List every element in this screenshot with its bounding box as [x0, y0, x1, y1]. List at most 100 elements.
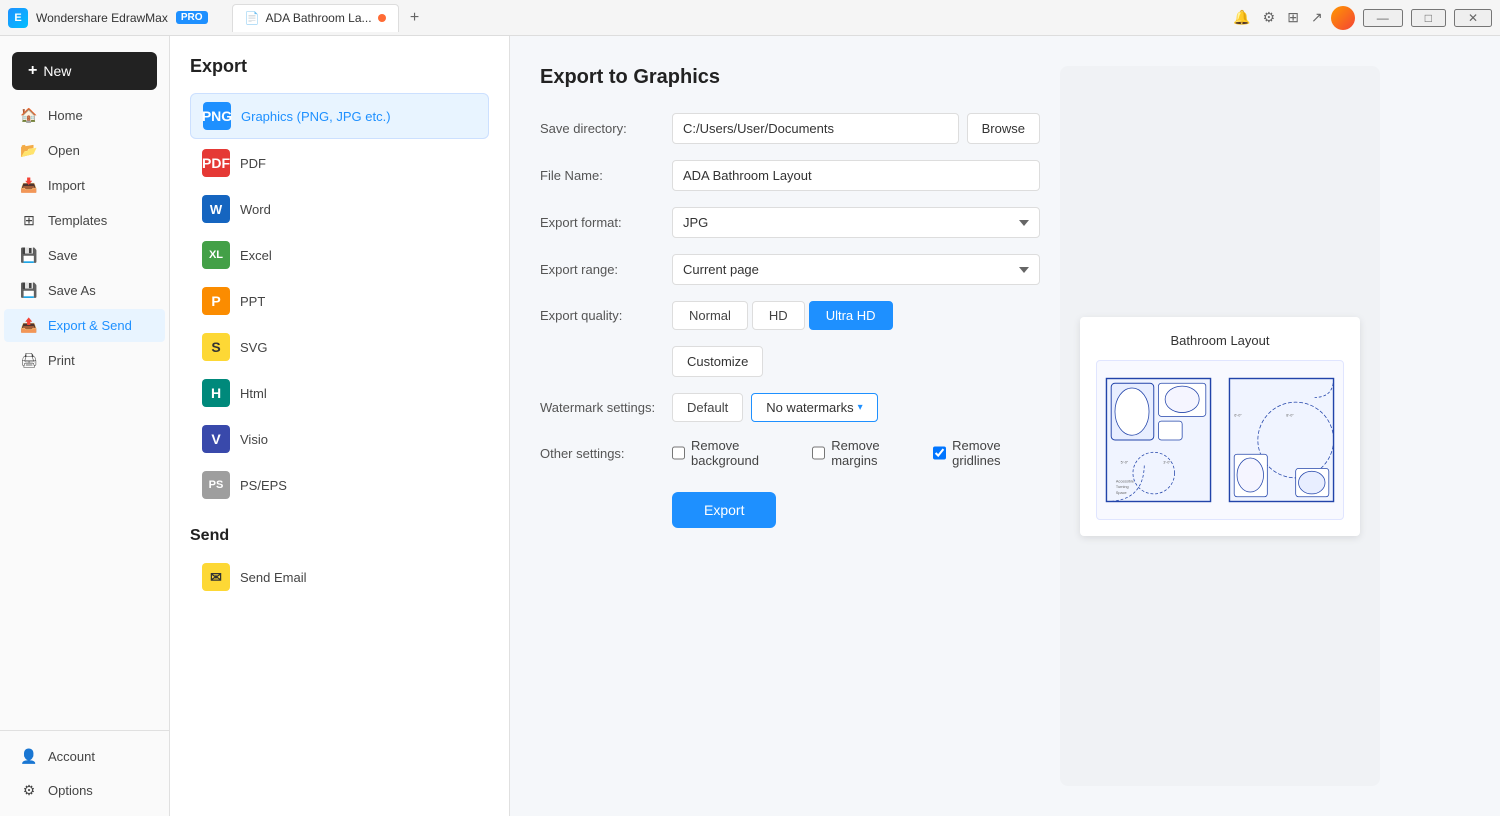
sidebar-label-templates: Templates	[48, 213, 107, 228]
sidebar-label-save: Save	[48, 248, 78, 263]
send-section-title: Send	[190, 527, 489, 545]
sidebar-item-home[interactable]: 🏠 Home	[4, 99, 165, 132]
customize-button[interactable]: Customize	[672, 346, 763, 377]
watermark-default-button[interactable]: Default	[672, 393, 743, 422]
save-icon: 💾	[20, 247, 38, 264]
remove-background-checkbox[interactable]: Remove background	[672, 438, 796, 468]
other-settings-row: Other settings: Remove background Remove…	[540, 438, 1040, 468]
export-html-item[interactable]: H Html	[190, 371, 489, 415]
sidebar-item-account[interactable]: 👤 Account	[4, 740, 165, 773]
html-label: Html	[240, 386, 267, 401]
active-tab[interactable]: 📄 ADA Bathroom La...	[232, 4, 399, 32]
user-avatar[interactable]	[1331, 6, 1355, 30]
pseps-label: PS/EPS	[240, 478, 287, 493]
sidebar-item-import[interactable]: 📥 Import	[4, 169, 165, 202]
graphics-label: Graphics (PNG, JPG etc.)	[241, 109, 391, 124]
dropdown-arrow-icon: ▾	[858, 402, 863, 413]
open-icon: 📂	[20, 142, 38, 159]
app-name: Wondershare EdrawMax	[36, 11, 168, 25]
remove-background-input[interactable]	[672, 446, 685, 460]
word-label: Word	[240, 202, 271, 217]
sidebar-item-options[interactable]: ⚙ Options	[4, 774, 165, 807]
sidebar-item-print[interactable]: 🖨 Print	[4, 344, 165, 377]
export-excel-item[interactable]: XL Excel	[190, 233, 489, 277]
sidebar-item-export-send[interactable]: 📤 Export & Send	[4, 309, 165, 342]
svg-text:5'-0": 5'-0"	[1121, 460, 1129, 464]
save-as-icon: 💾	[20, 282, 38, 299]
settings-icon[interactable]: ⚙	[1259, 5, 1280, 30]
watermark-row: Watermark settings: Default No watermark…	[540, 393, 1040, 422]
notification-icon[interactable]: 🔔	[1229, 5, 1254, 30]
export-visio-item[interactable]: V Visio	[190, 417, 489, 461]
new-label: New	[43, 63, 71, 79]
file-name-input[interactable]	[672, 160, 1040, 191]
export-quality-row: Export quality: Normal HD Ultra HD	[540, 301, 1040, 330]
add-tab-button[interactable]: +	[403, 6, 427, 30]
export-range-row: Export range: Current page All pages Sel…	[540, 254, 1040, 285]
sidebar-item-save[interactable]: 💾 Save	[4, 239, 165, 272]
remove-gridlines-checkbox[interactable]: Remove gridlines	[933, 438, 1040, 468]
svg-text:8'-0": 8'-0"	[1286, 413, 1294, 417]
quality-hd-button[interactable]: HD	[752, 301, 805, 330]
email-icon: ✉	[202, 563, 230, 591]
save-directory-label: Save directory:	[540, 121, 660, 136]
svg-text:3'-0": 3'-0"	[1163, 460, 1171, 464]
no-watermarks-label: No watermarks	[766, 400, 853, 415]
quality-ultra-hd-button[interactable]: Ultra HD	[809, 301, 893, 330]
new-button[interactable]: + New	[12, 52, 157, 90]
sidebar-item-templates[interactable]: ⊞ Templates	[4, 204, 165, 237]
plus-icon: +	[28, 62, 37, 80]
home-icon: 🏠	[20, 107, 38, 124]
no-watermarks-button[interactable]: No watermarks ▾	[751, 393, 877, 422]
export-graphics-item[interactable]: PNG Graphics (PNG, JPG etc.)	[190, 93, 489, 139]
export-range-select[interactable]: Current page All pages Selected objects	[672, 254, 1040, 285]
save-directory-input[interactable]	[672, 113, 959, 144]
sidebar-item-open[interactable]: 📂 Open	[4, 134, 165, 167]
close-button[interactable]: ✕	[1454, 9, 1492, 27]
remove-margins-input[interactable]	[812, 446, 825, 460]
sidebar-label-save-as: Save As	[48, 283, 96, 298]
export-format-select[interactable]: JPG PNG BMP GIF TIFF SVG	[672, 207, 1040, 238]
grid-icon[interactable]: ⊞	[1283, 5, 1303, 30]
export-word-item[interactable]: W Word	[190, 187, 489, 231]
file-name-label: File Name:	[540, 168, 660, 183]
send-email-item[interactable]: ✉ Send Email	[190, 555, 489, 599]
pro-badge: PRO	[176, 11, 208, 24]
svg-icon: S	[202, 333, 230, 361]
export-icon: 📤	[20, 317, 38, 334]
remove-gridlines-input[interactable]	[933, 446, 946, 460]
sidebar-label-import: Import	[48, 178, 85, 193]
export-main-area: Export to Graphics Save directory: Brows…	[510, 36, 1500, 816]
remove-gridlines-label: Remove gridlines	[952, 438, 1040, 468]
export-panel: Export PNG Graphics (PNG, JPG etc.) PDF …	[170, 36, 510, 816]
export-to-graphics-title: Export to Graphics	[540, 66, 1040, 89]
export-button[interactable]: Export	[672, 492, 776, 528]
remove-margins-checkbox[interactable]: Remove margins	[812, 438, 917, 468]
excel-label: Excel	[240, 248, 272, 263]
minimize-button[interactable]: —	[1363, 9, 1403, 27]
html-icon: H	[202, 379, 230, 407]
export-svg-item[interactable]: S SVG	[190, 325, 489, 369]
preview-card: Bathroom Layout	[1080, 317, 1360, 536]
export-pdf-item[interactable]: PDF PDF	[190, 141, 489, 185]
svg-text:Space: Space	[1116, 490, 1127, 494]
save-directory-control: Browse	[672, 113, 1040, 144]
browse-button[interactable]: Browse	[967, 113, 1040, 144]
account-icon: 👤	[20, 748, 38, 765]
maximize-button[interactable]: □	[1411, 9, 1446, 27]
save-directory-row: Save directory: Browse	[540, 113, 1040, 144]
share-icon[interactable]: ↗	[1307, 5, 1327, 30]
svg-text:Accessible: Accessible	[1116, 479, 1134, 483]
export-quality-label: Export quality:	[540, 308, 660, 323]
sidebar-item-save-as[interactable]: 💾 Save As	[4, 274, 165, 307]
export-ppt-item[interactable]: P PPT	[190, 279, 489, 323]
sidebar-label-options: Options	[48, 783, 93, 798]
export-pseps-item[interactable]: PS PS/EPS	[190, 463, 489, 507]
other-settings-checkboxes: Remove background Remove margins Remove …	[672, 438, 1040, 468]
sidebar-label-open: Open	[48, 143, 80, 158]
ppt-label: PPT	[240, 294, 265, 309]
import-icon: 📥	[20, 177, 38, 194]
quality-normal-button[interactable]: Normal	[672, 301, 748, 330]
send-email-label: Send Email	[240, 570, 306, 585]
titlebar: E Wondershare EdrawMax PRO 📄 ADA Bathroo…	[0, 0, 1500, 36]
